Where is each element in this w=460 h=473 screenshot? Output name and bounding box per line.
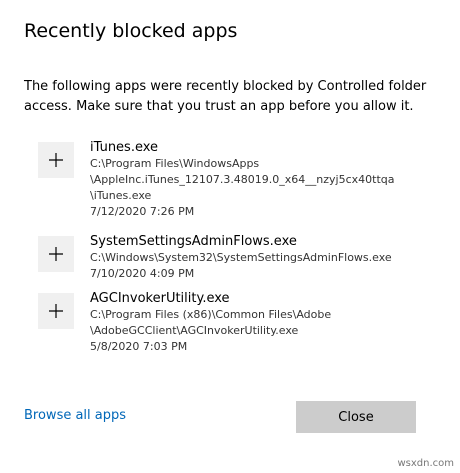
recently-blocked-apps-dialog: Recently blocked apps The following apps… bbox=[0, 0, 460, 473]
plus-icon bbox=[49, 247, 63, 261]
allow-app-button[interactable] bbox=[38, 236, 74, 272]
app-path-line: \AdobeGCClient\AGCInvokerUtility.exe bbox=[90, 324, 299, 337]
app-blocked-date: 5/8/2020 7:03 PM bbox=[90, 340, 188, 353]
browse-all-apps-link[interactable]: Browse all apps bbox=[24, 408, 126, 423]
watermark: wsxdn.com bbox=[397, 458, 454, 469]
app-path-line: C:\Program Files\WindowsApps bbox=[90, 157, 260, 170]
app-name: iTunes.exe bbox=[90, 140, 159, 155]
allow-app-button[interactable] bbox=[38, 142, 74, 178]
dialog-title: Recently blocked apps bbox=[24, 20, 238, 42]
app-path-line: \iTunes.exe bbox=[90, 189, 152, 202]
app-name: SystemSettingsAdminFlows.exe bbox=[90, 234, 297, 249]
close-button[interactable]: Close bbox=[296, 401, 416, 433]
plus-icon bbox=[49, 304, 63, 318]
app-blocked-date: 7/10/2020 4:09 PM bbox=[90, 267, 195, 280]
app-blocked-date: 7/12/2020 7:26 PM bbox=[90, 205, 195, 218]
app-name: AGCInvokerUtility.exe bbox=[90, 291, 230, 306]
allow-app-button[interactable] bbox=[38, 293, 74, 329]
app-path-line: C:\Windows\System32\SystemSettingsAdminF… bbox=[90, 251, 392, 264]
app-path-line: \AppleInc.iTunes_12107.3.48019.0_x64__nz… bbox=[90, 173, 395, 186]
app-path-line: C:\Program Files (x86)\Common Files\Adob… bbox=[90, 308, 332, 321]
plus-icon bbox=[49, 153, 63, 167]
dialog-description: The following apps were recently blocked… bbox=[24, 79, 427, 114]
